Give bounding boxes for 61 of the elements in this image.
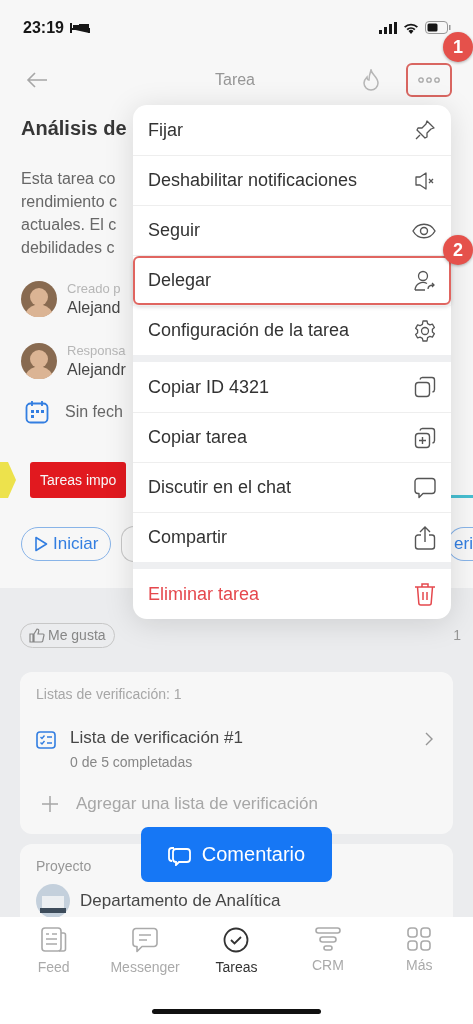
menu-item[interactable]: Deshabilitar notificaciones	[133, 155, 451, 205]
grid-icon	[407, 927, 432, 951]
tab-bar-item[interactable]: Tareas	[192, 927, 281, 975]
trash-icon	[414, 582, 436, 606]
play-icon	[34, 536, 48, 552]
deadline-text: Sin fech	[65, 403, 123, 421]
funnel-icon	[314, 927, 341, 951]
calendar-icon	[25, 400, 49, 424]
menu-item[interactable]: Delegar	[133, 255, 451, 305]
more-button[interactable]	[406, 63, 452, 97]
callout-badge: 1	[443, 32, 473, 62]
description-line: debilidades c	[21, 238, 115, 258]
menu-item[interactable]: Eliminar tarea	[133, 569, 451, 619]
checklists-header: Listas de verificación: 1	[36, 686, 183, 704]
speaker-muted-icon	[414, 170, 436, 191]
duplicate-icon	[414, 426, 436, 449]
description-line: Esta tarea co	[21, 169, 116, 189]
person-name: Alejandr	[67, 361, 126, 379]
menu-item[interactable]: Discutir en el chat	[133, 462, 451, 512]
person-name: Alejand	[67, 299, 121, 317]
chat-icon	[414, 476, 436, 499]
avatar-icon	[21, 343, 57, 379]
check-circle-icon	[223, 927, 250, 953]
person-role: Responsa	[67, 343, 126, 358]
chat-icon	[132, 927, 159, 953]
callout-badge: 2	[443, 235, 473, 265]
user-arrow-icon	[414, 269, 436, 292]
person-role: Creado p	[67, 281, 121, 296]
stage-tag: Tareas impo	[30, 462, 127, 498]
description-line: rendimiento c	[21, 192, 118, 212]
flame-icon[interactable]	[362, 69, 380, 91]
pin-icon	[414, 119, 436, 141]
comment-button[interactable]: Comentario	[141, 827, 332, 882]
menu-item[interactable]: Fijar	[133, 105, 451, 155]
signal-icon	[379, 21, 397, 34]
settings-icon	[414, 319, 436, 342]
view-count: 1	[453, 627, 461, 643]
more-icon	[418, 77, 440, 83]
chevron-right-icon	[425, 732, 433, 746]
copy-icon	[414, 376, 436, 398]
wifi-icon	[403, 21, 419, 34]
battery-icon	[425, 21, 451, 34]
checklist-title: Lista de verificación #1	[70, 728, 244, 748]
plus-icon	[42, 796, 58, 812]
project-name[interactable]: Departamento de Analítica	[80, 891, 281, 911]
menu-item[interactable]: Copiar tarea	[133, 412, 451, 462]
share-icon	[414, 525, 436, 550]
screen-title: Tarea	[215, 71, 255, 89]
stage-marker-icon	[0, 462, 16, 498]
menu-item[interactable]: Copiar ID 4321	[133, 362, 451, 412]
thumbs-up-icon	[29, 627, 45, 643]
newspaper-icon	[40, 927, 67, 953]
bed-icon	[69, 21, 90, 34]
project-label: Proyecto	[36, 858, 93, 874]
checklist-icon	[36, 731, 56, 749]
eye-icon	[412, 222, 436, 239]
status-time: 23:19	[23, 18, 64, 37]
avatar-icon	[21, 281, 57, 317]
task-title: Análisis de	[21, 117, 127, 141]
description-line: actuales. El c	[21, 215, 117, 235]
back-arrow-icon[interactable]	[26, 72, 48, 88]
